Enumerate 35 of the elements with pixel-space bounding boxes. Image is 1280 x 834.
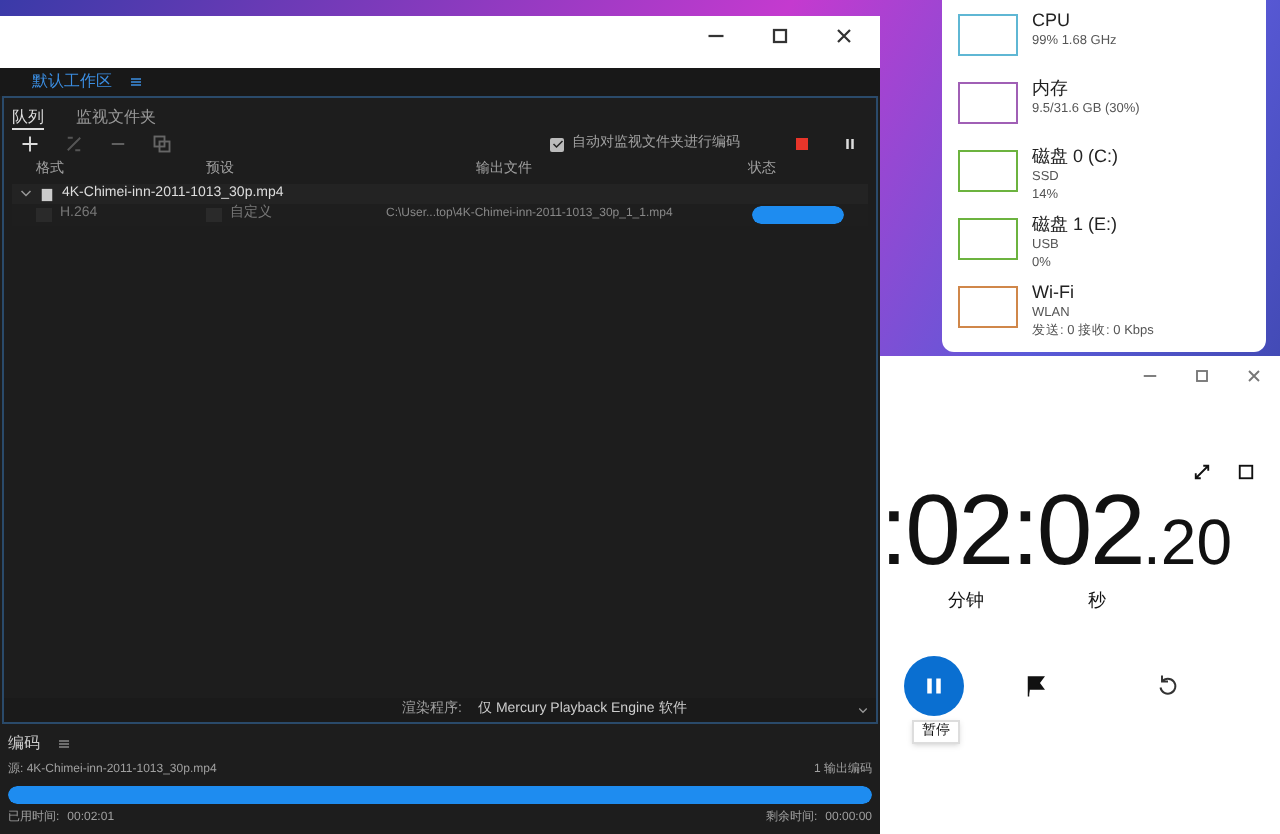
duplicate-icon[interactable] [152, 134, 172, 154]
usage-graph[interactable] [958, 286, 1018, 328]
usage-graph[interactable] [958, 14, 1018, 56]
expand-icon[interactable] [1192, 462, 1212, 482]
maximize-icon[interactable] [768, 24, 792, 48]
add-icon[interactable] [20, 134, 40, 154]
check-icon [551, 138, 563, 150]
usage-graph[interactable] [958, 82, 1018, 124]
workspace-tab[interactable]: 默认工作区 [32, 70, 112, 94]
time-unit-label: 分钟 [948, 588, 984, 614]
caret-icon [858, 705, 868, 715]
resource-name: 磁盘 1 (E:) [1032, 214, 1118, 236]
pause-icon [922, 673, 946, 697]
resource-name: 内存 [1032, 78, 1070, 100]
panel-tab[interactable]: 监视文件夹 [76, 106, 156, 130]
resource-name: CPU [1032, 10, 1073, 32]
resource-name: 磁盘 0 (C:) [1032, 146, 1119, 168]
usage-graph[interactable] [958, 150, 1018, 192]
auto-encode-checkbox[interactable] [550, 137, 564, 151]
reset-icon [1156, 673, 1180, 697]
chevron-icon[interactable] [20, 188, 32, 200]
elapsed-fraction: .20 [1143, 504, 1232, 582]
elapsed-time: :02:02 [880, 478, 1144, 582]
close-icon[interactable] [832, 24, 856, 48]
file-icon [40, 187, 54, 201]
flag-icon [1024, 673, 1048, 697]
menu-icon[interactable] [56, 736, 72, 752]
usage-graph[interactable] [958, 218, 1018, 260]
time-unit-label: 秒 [1088, 588, 1106, 614]
menu-icon[interactable] [128, 74, 144, 90]
panel-tab[interactable]: 队列 [12, 106, 44, 130]
pause-icon[interactable] [840, 134, 860, 154]
resource-name: Wi-Fi [1032, 282, 1076, 304]
encoding-title: 编码 [8, 732, 40, 756]
pause-button[interactable] [904, 655, 964, 715]
